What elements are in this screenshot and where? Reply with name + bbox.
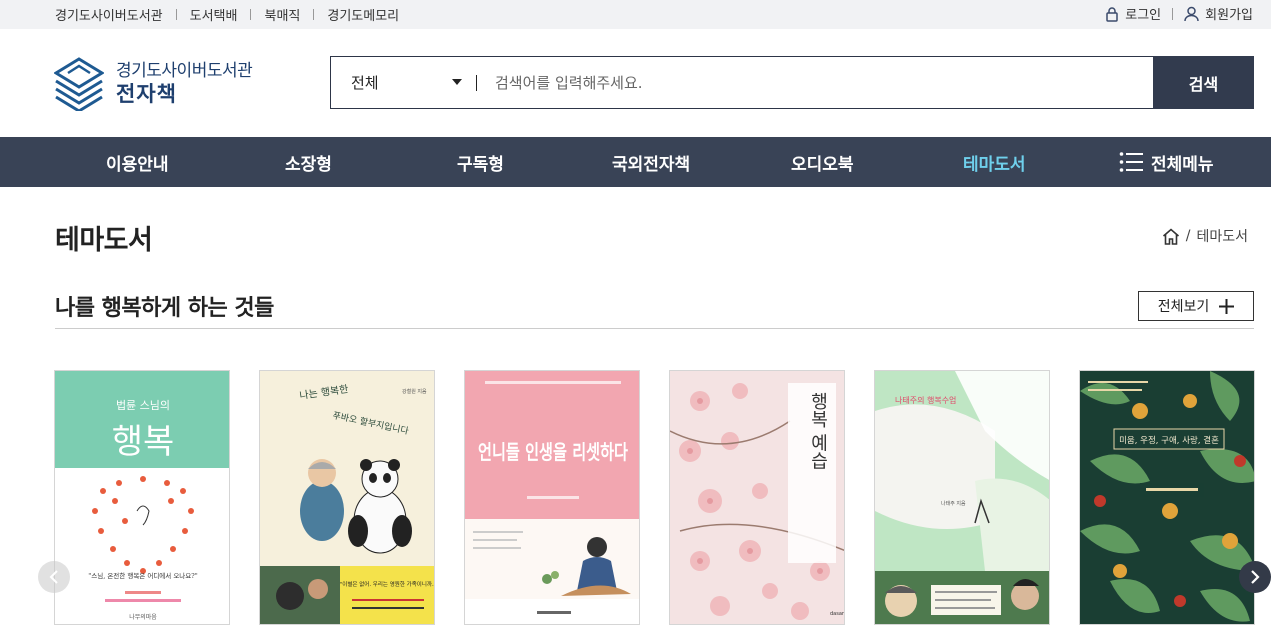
- book-cover-art: 법륜 스님의 행복 "스님, 온전한 행복은 어디에서 오나요?" 나무의마음: [55, 371, 229, 624]
- book-cover-art: 나태주의 행복수업 나태주 지음: [875, 371, 1049, 624]
- family-link-book-delivery[interactable]: 도서택배: [190, 5, 238, 24]
- family-link-cyber-library[interactable]: 경기도사이버도서관: [55, 5, 163, 24]
- login-label: 로그인: [1125, 8, 1162, 23]
- nav-item-subscription[interactable]: 구독형: [457, 137, 504, 187]
- caret-down-icon: [452, 79, 462, 85]
- book-1-quote: "스님, 온전한 행복은 어디에서 오나요?": [88, 571, 198, 580]
- section-divider: [55, 328, 1254, 329]
- divider: [250, 9, 252, 20]
- view-all-label: 전체보기: [1157, 299, 1210, 315]
- breadcrumb-current[interactable]: 테마도서: [1196, 226, 1248, 246]
- book-cover-art: 미움, 우정, 구애, 사랑, 결혼: [1080, 371, 1254, 624]
- carousel-prev-button[interactable]: [38, 561, 70, 593]
- search-box: 전체: [330, 56, 1154, 109]
- book-5-author: 나태주 지음: [941, 500, 966, 507]
- book-6-title: 미움, 우정, 구애, 사랑, 결혼: [1119, 435, 1219, 446]
- search-input[interactable]: [477, 57, 1154, 108]
- divider: [1172, 7, 1174, 20]
- breadcrumb-separator: /: [1185, 228, 1191, 244]
- book-4-title: 행복 예습: [808, 392, 829, 470]
- book-cover[interactable]: 나태주의 행복수업 나태주 지음: [874, 370, 1050, 625]
- book-1-publisher: 나무의마음: [129, 613, 157, 621]
- lock-icon: [1106, 6, 1119, 22]
- family-site-links: 경기도사이버도서관 도서택배 북매직 경기도메모리: [55, 5, 399, 24]
- main-navigation: 이용안내 소장형 구독형 국외전자책 오디오북 테마도서 전체메뉴: [0, 137, 1271, 187]
- divider: [175, 9, 177, 20]
- signup-link[interactable]: 회원가입: [1184, 4, 1253, 23]
- book-cover[interactable]: 행복 예습 dasan: [669, 370, 845, 625]
- plus-icon: [1219, 298, 1235, 314]
- book-2-author: 강철원 지음: [402, 388, 427, 395]
- user-icon: [1184, 6, 1199, 21]
- site-header: 경기도사이버도서관 전자책 전체 검색: [0, 29, 1271, 137]
- search-category-select[interactable]: 전체: [331, 57, 476, 108]
- section-title: 나를 행복하게 하는 것들: [55, 296, 274, 321]
- nav-item-foreign-ebooks[interactable]: 국외전자책: [612, 137, 690, 187]
- book-cover[interactable]: 법륜 스님의 행복 "스님, 온전한 행복은 어디에서 오나요?" 나무의마음: [54, 370, 230, 625]
- nav-item-guide[interactable]: 이용안내: [106, 137, 169, 187]
- family-link-memory[interactable]: 경기도메모리: [327, 5, 399, 24]
- nav-item-theme-books[interactable]: 테마도서: [963, 137, 1026, 187]
- logo-line-2: 전자책: [116, 82, 177, 106]
- page-title: 테마도서: [55, 225, 153, 256]
- nav-item-audiobook[interactable]: 오디오북: [791, 137, 854, 187]
- home-icon[interactable]: [1162, 227, 1180, 245]
- family-link-bookmagic[interactable]: 북매직: [264, 5, 300, 24]
- breadcrumb: / 테마도서: [1162, 226, 1248, 246]
- book-cover[interactable]: 미움, 우정, 구애, 사랑, 결혼: [1079, 370, 1255, 625]
- all-menu-label: 전체메뉴: [1151, 154, 1214, 175]
- divider: [313, 9, 315, 20]
- book-stack-logo-icon: [54, 57, 104, 111]
- svg-text:dasan: dasan: [830, 611, 845, 617]
- book-cover[interactable]: 나는 행복한 푸바오 할부지입니다 강철원 지음 "이별은 없어. 우리는 영원…: [259, 370, 435, 625]
- book-5-title: 나태주의 행복수업: [895, 395, 956, 405]
- book-3-title: 언니들 인생을 리셋하다: [478, 440, 628, 464]
- book-1-top-text: 법륜 스님의: [116, 399, 170, 412]
- book-cover[interactable]: 언니들 인생을 리셋하다: [464, 370, 640, 625]
- login-link[interactable]: 로그인: [1105, 4, 1161, 23]
- search-category-value: 전체: [351, 74, 379, 92]
- book-2-quote: "이별은 없어. 우리는 영원한 가족이니까.": [340, 580, 435, 588]
- book-1-title: 행복: [112, 422, 175, 462]
- signup-label: 회원가입: [1205, 8, 1253, 23]
- list-menu-icon: [1119, 152, 1143, 172]
- carousel-next-button[interactable]: [1239, 561, 1271, 593]
- nav-all-menu[interactable]: 전체메뉴: [1119, 137, 1214, 187]
- book-cover-art: 언니들 인생을 리셋하다: [465, 371, 639, 624]
- top-utility-bar: 경기도사이버도서관 도서택배 북매직 경기도메모리 로그인 회원가입: [0, 0, 1271, 29]
- site-logo[interactable]: 경기도사이버도서관 전자책: [54, 57, 253, 111]
- book-cover-art: 나는 행복한 푸바오 할부지입니다 강철원 지음 "이별은 없어. 우리는 영원…: [260, 371, 435, 624]
- user-menu: 로그인 회원가입: [1105, 4, 1253, 23]
- search-button[interactable]: 검색: [1153, 56, 1254, 109]
- chevron-right-icon: [1251, 570, 1260, 584]
- logo-line-1: 경기도사이버도서관: [116, 61, 253, 81]
- nav-item-owned[interactable]: 소장형: [285, 137, 332, 187]
- book-cover-art: 행복 예습 dasan: [670, 371, 845, 624]
- chevron-left-icon: [49, 570, 58, 584]
- view-all-button[interactable]: 전체보기: [1138, 291, 1254, 321]
